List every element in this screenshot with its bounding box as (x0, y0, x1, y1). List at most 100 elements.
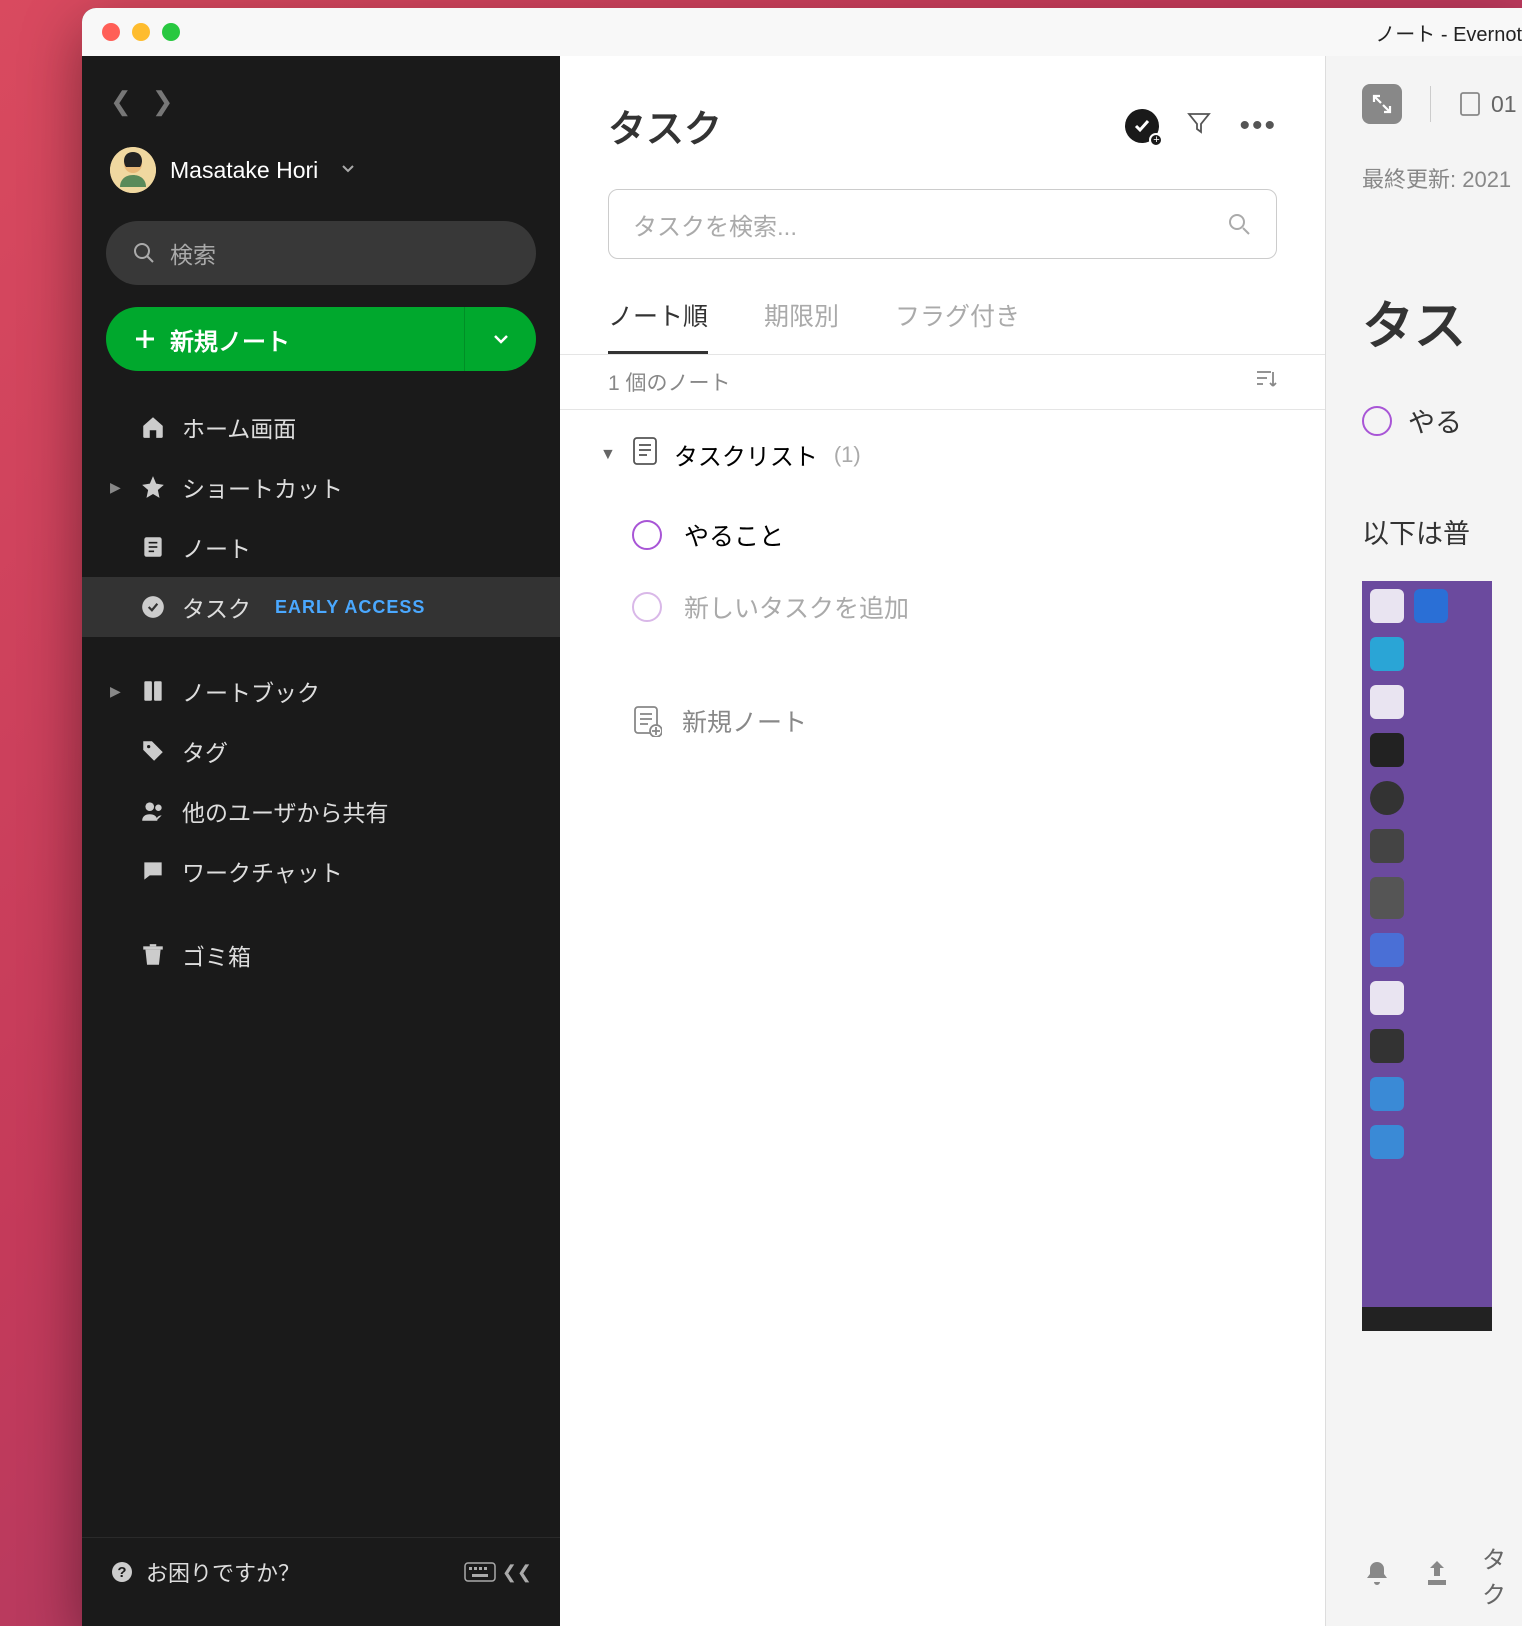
expand-icon: ▶ (110, 479, 124, 496)
expand-note-button[interactable] (1362, 84, 1402, 124)
tasks-panel: タスク + ••• タスクを検索... ノート順 期限 (560, 56, 1325, 1626)
note-toolbar: 01 (1362, 84, 1522, 124)
task-search-placeholder: タスクを検索... (633, 207, 797, 242)
bell-icon (1362, 1558, 1392, 1588)
plus-icon (134, 328, 156, 350)
maximize-window-button[interactable] (162, 23, 180, 41)
thumb-icons (1362, 581, 1492, 1167)
note-breadcrumb[interactable]: 01 (1459, 91, 1517, 118)
add-task-button[interactable]: + (1125, 109, 1159, 143)
task-search-input[interactable]: タスクを検索... (608, 189, 1277, 259)
task-group-count: (1) (834, 442, 861, 468)
collapse-icon: ▼ (600, 446, 616, 464)
task-checkbox[interactable] (1362, 406, 1392, 436)
app-window: ノート - Evernot ❮ ❯ Masatake Hori 検索 (82, 8, 1522, 1626)
divider (1430, 86, 1431, 122)
expand-icon: ▶ (110, 683, 124, 700)
footer-text: タク (1482, 1540, 1522, 1610)
close-window-button[interactable] (102, 23, 120, 41)
keyboard-icon (464, 1560, 500, 1584)
task-item[interactable]: やること (560, 499, 1325, 571)
new-note-button[interactable]: 新規ノート (106, 307, 464, 371)
new-note-row[interactable]: 新規ノート (560, 643, 1325, 757)
sidebar-item-trash[interactable]: ゴミ箱 (82, 925, 560, 985)
new-note-icon (632, 705, 662, 737)
reminder-button[interactable] (1362, 1558, 1392, 1593)
trash-icon (140, 942, 166, 968)
chevron-down-icon (340, 160, 356, 181)
filter-button[interactable] (1185, 109, 1213, 142)
titlebar: ノート - Evernot (82, 8, 1522, 56)
new-note-split-button: 新規ノート (106, 307, 536, 371)
back-button[interactable]: ❮ (110, 86, 132, 117)
sidebar-item-notebooks[interactable]: ▶ ノートブック (82, 661, 560, 721)
filter-icon (1185, 109, 1213, 137)
sidebar-item-home[interactable]: ホーム画面 (82, 397, 560, 457)
sidebar-footer: ? お困りですか？ ❮❮ (82, 1537, 560, 1606)
tag-icon (140, 738, 166, 764)
task-add-row[interactable]: 新しいタスクを追加 (560, 571, 1325, 643)
note-task-text: やる (1408, 401, 1462, 440)
note-image-attachment[interactable] (1362, 581, 1492, 1331)
sidebar: ❮ ❯ Masatake Hori 検索 新規ノート (82, 56, 560, 1626)
home-icon (140, 414, 166, 440)
note-title[interactable]: タス (1362, 284, 1522, 359)
task-group-row[interactable]: ▼ タスクリスト (1) (560, 410, 1325, 499)
sidebar-item-tags[interactable]: タグ (82, 721, 560, 781)
note-task-row[interactable]: やる (1362, 401, 1522, 440)
nav-arrows: ❮ ❯ (82, 76, 560, 147)
new-note-label: 新規ノート (170, 322, 290, 357)
sort-button[interactable] (1253, 367, 1277, 397)
check-circle-icon (140, 594, 166, 620)
thumb-taskbar (1362, 1307, 1492, 1331)
minimize-window-button[interactable] (132, 23, 150, 41)
app-body: ❮ ❯ Masatake Hori 検索 新規ノート (82, 56, 1522, 1626)
search-icon (1226, 211, 1252, 237)
note-panel: 01 最終更新: 2021 タス やる 以下は普 (1325, 56, 1522, 1626)
svg-text:?: ? (117, 1564, 126, 1581)
help-button[interactable]: ? お困りですか？ (110, 1556, 300, 1588)
chevron-down-icon (490, 328, 512, 350)
tab-by-note[interactable]: ノート順 (608, 297, 708, 354)
user-name-label: Masatake Hori (170, 157, 318, 184)
sidebar-item-label: ゴミ箱 (182, 938, 251, 972)
sidebar-item-shortcuts[interactable]: ▶ ショートカット (82, 457, 560, 517)
sidebar-item-label: ノートブック (182, 674, 320, 708)
forward-button[interactable]: ❯ (152, 86, 174, 117)
star-icon (140, 474, 166, 500)
sidebar-item-tasks[interactable]: タスク EARLY ACCESS (82, 577, 560, 637)
chevron-left-icon: ❮❮ (502, 1562, 532, 1583)
search-input[interactable]: 検索 (106, 221, 536, 285)
note-icon (632, 436, 658, 473)
early-access-badge: EARLY ACCESS (275, 597, 425, 618)
note-footer: タク (1362, 1540, 1522, 1610)
tab-by-due[interactable]: 期限別 (764, 297, 839, 354)
chat-icon (140, 858, 166, 884)
avatar (110, 147, 156, 193)
note-icon (140, 534, 166, 560)
tab-flagged[interactable]: フラグ付き (895, 297, 1020, 354)
tasks-header: タスク + ••• (560, 56, 1325, 153)
notebook-icon (1459, 91, 1481, 117)
search-icon (132, 241, 156, 265)
user-menu[interactable]: Masatake Hori (82, 147, 560, 221)
panel-title: タスク (608, 98, 722, 153)
task-checkbox[interactable] (632, 520, 662, 550)
share-icon (1422, 1558, 1452, 1588)
check-icon (1133, 117, 1151, 135)
sidebar-item-label: ノート (182, 530, 251, 564)
sidebar-item-label: タスク (182, 590, 251, 624)
more-button[interactable]: ••• (1239, 109, 1277, 143)
sidebar-item-shared[interactable]: 他のユーザから共有 (82, 781, 560, 841)
sidebar-item-workchat[interactable]: ワークチャット (82, 841, 560, 901)
traffic-lights (102, 23, 180, 41)
sidebar-item-label: ショートカット (182, 470, 343, 504)
expand-icon (1371, 93, 1393, 115)
collapse-sidebar-button[interactable]: ❮❮ (464, 1560, 532, 1584)
help-label: お困りですか？ (146, 1556, 300, 1588)
share-button[interactable] (1422, 1558, 1452, 1593)
search-placeholder: 検索 (170, 236, 216, 270)
sidebar-item-notes[interactable]: ノート (82, 517, 560, 577)
new-note-dropdown[interactable] (464, 307, 536, 371)
note-body-text[interactable]: 以下は普 (1362, 512, 1522, 551)
